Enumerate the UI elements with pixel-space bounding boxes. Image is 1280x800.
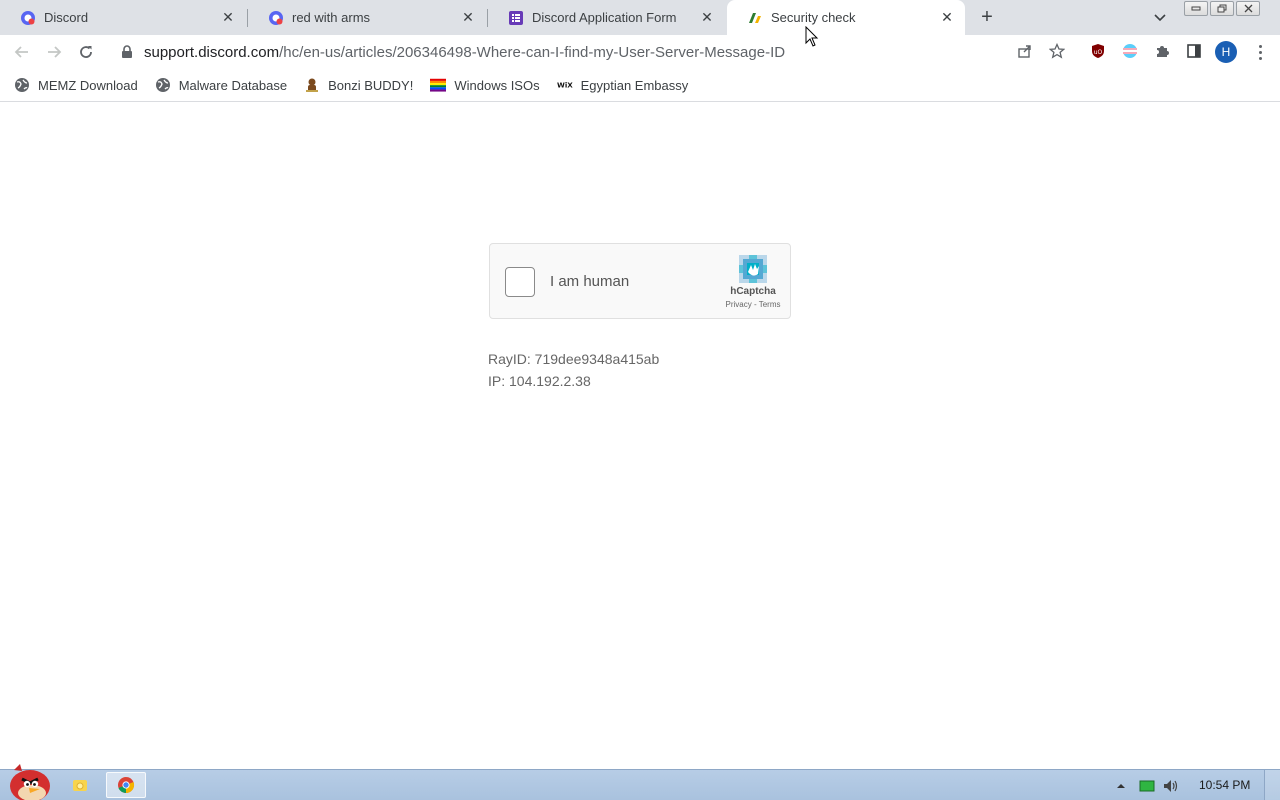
discord-favicon-icon bbox=[20, 10, 36, 26]
tab-title: Discord Application Form bbox=[532, 10, 677, 25]
back-arrow-icon[interactable] bbox=[11, 41, 33, 63]
url-text: support.discord.com/hc/en-us/articles/20… bbox=[144, 44, 785, 61]
bookmark-windows-isos[interactable]: Windows ISOs bbox=[430, 77, 540, 93]
hcaptcha-logo-icon bbox=[739, 255, 767, 283]
taskbar-explorer[interactable] bbox=[60, 772, 100, 798]
captcha-checkbox[interactable] bbox=[505, 267, 535, 297]
tab-strip: Discord ✕ red with arms ✕ Discord Applic… bbox=[0, 0, 1280, 35]
bookmark-label: Egyptian Embassy bbox=[580, 77, 689, 93]
close-tab-icon[interactable]: ✕ bbox=[460, 9, 476, 26]
share-icon[interactable] bbox=[1016, 42, 1034, 60]
folder-icon bbox=[73, 780, 87, 791]
browser-window: Discord ✕ red with arms ✕ Discord Applic… bbox=[0, 0, 1280, 800]
taskbar-clock[interactable]: 10:54 PM bbox=[1199, 778, 1250, 792]
extensions-puzzle-icon[interactable] bbox=[1153, 42, 1171, 60]
globe-icon bbox=[14, 77, 30, 93]
close-tab-icon[interactable]: ✕ bbox=[939, 9, 955, 26]
chrome-icon bbox=[118, 777, 135, 794]
tab-title: Discord bbox=[44, 10, 89, 25]
ip-text: IP: 104.192.2.38 bbox=[488, 373, 591, 389]
link-separator: - bbox=[751, 300, 759, 309]
restore-button[interactable] bbox=[1210, 1, 1234, 16]
url-path: /hc/en-us/articles/206346498-Where-can-I… bbox=[279, 43, 786, 61]
bookmark-label: Windows ISOs bbox=[454, 77, 540, 93]
bookmark-memz-download[interactable]: MEMZ Download bbox=[14, 77, 138, 93]
new-tab-button[interactable]: + bbox=[976, 6, 998, 28]
tab-red-with-arms[interactable]: red with arms ✕ bbox=[248, 0, 486, 35]
wix-icon: WiX bbox=[557, 77, 573, 93]
tab-search-chevron-icon[interactable] bbox=[1150, 8, 1170, 28]
tab-title: red with arms bbox=[292, 10, 371, 25]
privacy-link[interactable]: Privacy bbox=[726, 300, 752, 309]
tab-discord[interactable]: Discord ✕ bbox=[0, 0, 246, 35]
bookmark-label: Bonzi BUDDY! bbox=[328, 77, 414, 93]
ublock-icon[interactable]: uO bbox=[1089, 42, 1107, 60]
hcaptcha-widget: I am human hCaptcha Privacy - Terms bbox=[489, 243, 791, 319]
close-tab-icon[interactable]: ✕ bbox=[220, 9, 236, 26]
bonzi-icon bbox=[304, 77, 320, 93]
tray-show-hidden-icon[interactable] bbox=[1116, 777, 1126, 795]
volume-icon[interactable] bbox=[1162, 777, 1180, 795]
tab-security-check[interactable]: Security check ✕ bbox=[727, 0, 965, 35]
ray-id-text: RayID: 719dee9348a415ab bbox=[488, 351, 660, 367]
globe-icon bbox=[155, 77, 171, 93]
forms-favicon-icon bbox=[508, 10, 524, 26]
reload-icon[interactable] bbox=[75, 41, 97, 63]
bookmark-bonzi-buddy[interactable]: Bonzi BUDDY! bbox=[304, 77, 413, 93]
url-host: support.discord.com bbox=[144, 43, 280, 61]
svg-text:WiX: WiX bbox=[557, 81, 573, 90]
show-desktop-button[interactable] bbox=[1264, 770, 1280, 800]
rainbow-flag-icon bbox=[430, 77, 447, 93]
captcha-label: I am human bbox=[550, 273, 630, 290]
hcaptcha-links: Privacy - Terms bbox=[720, 300, 786, 309]
bookmark-label: MEMZ Download bbox=[38, 77, 138, 93]
bookmark-egyptian-embassy[interactable]: WiX Egyptian Embassy bbox=[557, 77, 689, 93]
page-content: I am human hCaptcha Privacy - Terms RayI… bbox=[0, 103, 1280, 769]
network-icon[interactable] bbox=[1139, 777, 1155, 795]
mouse-cursor-icon bbox=[805, 26, 819, 47]
close-window-button[interactable] bbox=[1236, 1, 1260, 16]
bookmark-star-icon[interactable] bbox=[1048, 42, 1066, 60]
profile-avatar[interactable]: H bbox=[1215, 41, 1237, 63]
bookmark-label: Malware Database bbox=[178, 77, 288, 93]
close-tab-icon[interactable]: ✕ bbox=[699, 9, 715, 26]
terms-link[interactable]: Terms bbox=[759, 300, 781, 309]
browser-toolbar: support.discord.com/hc/en-us/articles/20… bbox=[0, 35, 1280, 69]
window-controls bbox=[1184, 1, 1262, 17]
forward-arrow-icon[interactable] bbox=[43, 41, 65, 63]
bookmark-malware-database[interactable]: Malware Database bbox=[155, 77, 287, 93]
tab-title: Security check bbox=[771, 10, 856, 25]
svg-text:uO: uO bbox=[1094, 49, 1103, 56]
menu-kebab-icon[interactable] bbox=[1254, 42, 1266, 62]
address-bar[interactable]: support.discord.com/hc/en-us/articles/20… bbox=[110, 37, 1076, 67]
hcaptcha-brand: hCaptcha bbox=[730, 286, 776, 297]
bookmarks-bar: MEMZ Download Malware Database Bonzi BUD… bbox=[0, 69, 1280, 102]
taskbar: 10:54 PM bbox=[0, 764, 1280, 800]
lock-icon[interactable] bbox=[120, 45, 134, 59]
minimize-button[interactable] bbox=[1184, 1, 1208, 16]
side-panel-icon[interactable] bbox=[1185, 42, 1203, 60]
discord-favicon-icon bbox=[268, 10, 284, 26]
trans-flag-extension-icon[interactable] bbox=[1121, 42, 1139, 60]
tab-discord-application-form[interactable]: Discord Application Form ✕ bbox=[488, 0, 725, 35]
start-button-angry-bird-icon[interactable] bbox=[4, 762, 52, 800]
taskbar-chrome[interactable] bbox=[106, 772, 146, 798]
cloudflare-favicon-icon bbox=[747, 10, 763, 26]
